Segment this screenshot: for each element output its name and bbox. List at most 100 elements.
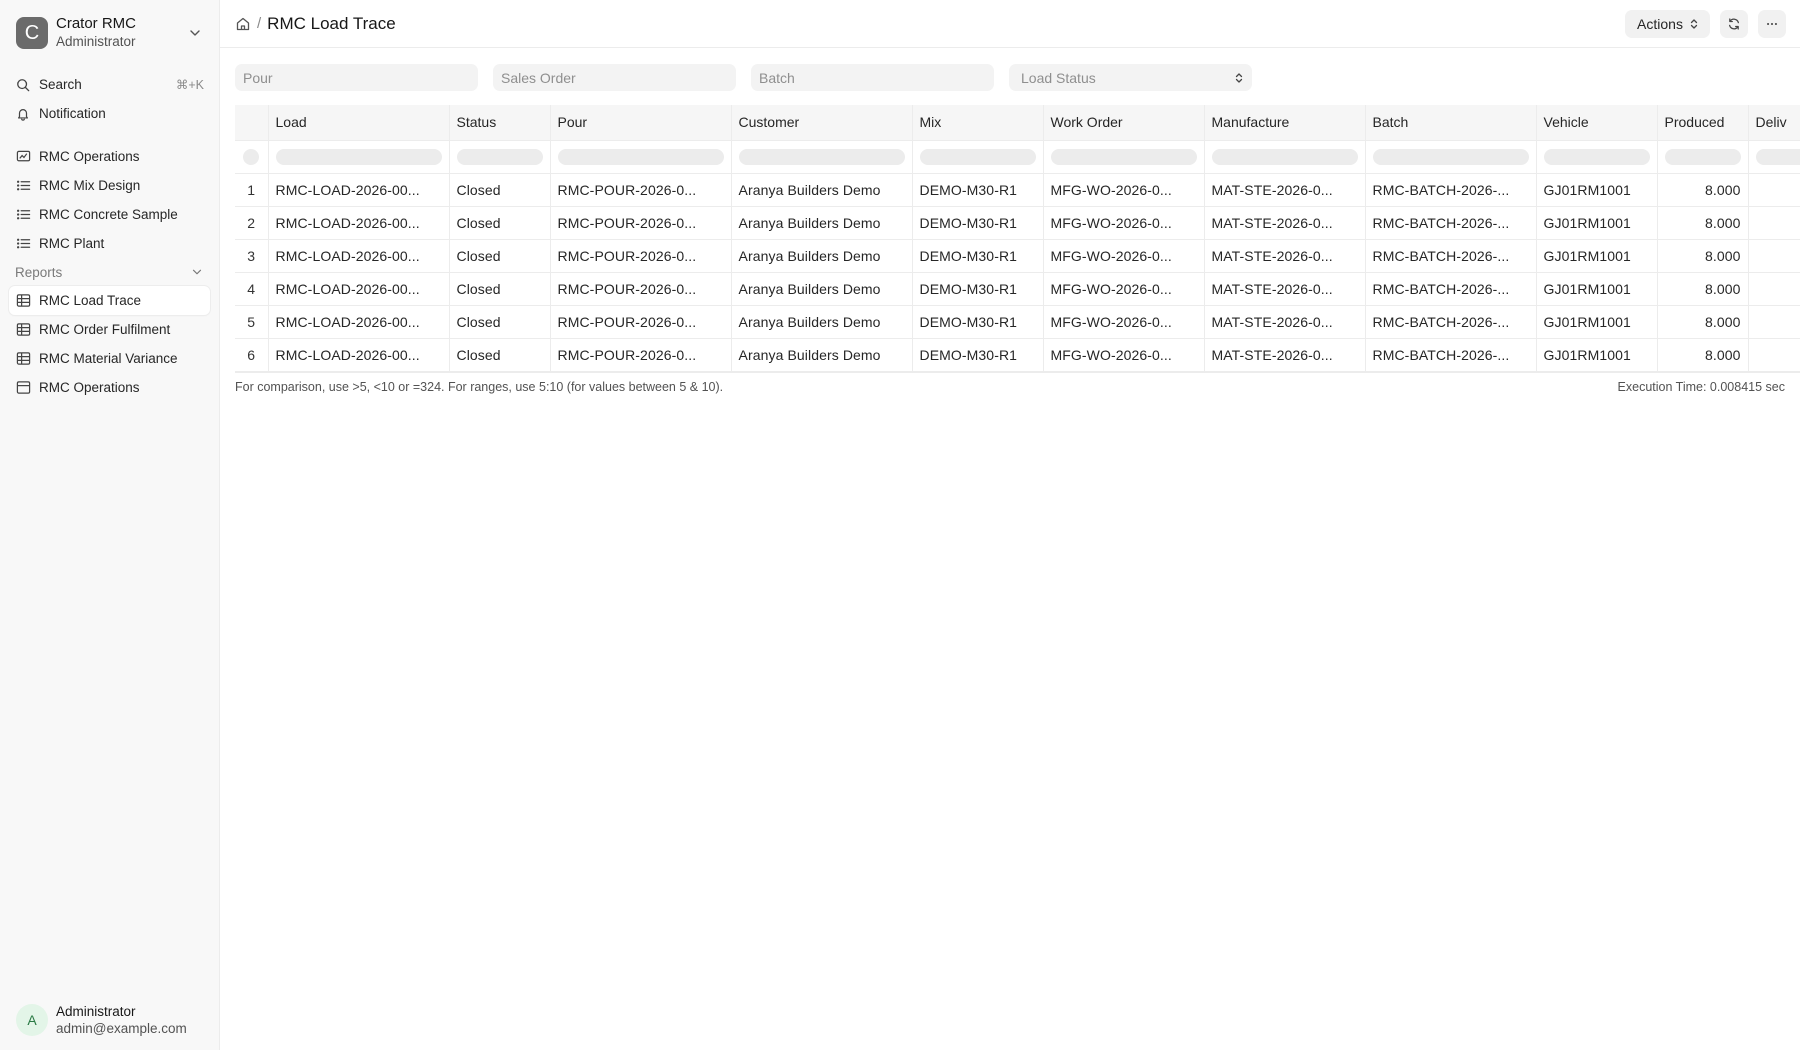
reports-section-toggle[interactable]: Reports <box>9 258 210 286</box>
refresh-button[interactable] <box>1720 9 1748 38</box>
cell-work-order[interactable]: MFG-WO-2026-0... <box>1043 173 1205 207</box>
cell-load[interactable]: RMC-LOAD-2026-00... <box>268 173 450 207</box>
cell-produced[interactable]: 8.000 <box>1657 173 1749 207</box>
column-filter-vehicle[interactable] <box>1543 148 1650 165</box>
cell-pour[interactable]: RMC-POUR-2026-0... <box>550 239 732 273</box>
cell-manufacture[interactable]: MAT-STE-2026-0... <box>1204 206 1366 240</box>
cell-manufacture[interactable]: MAT-STE-2026-0... <box>1204 173 1366 207</box>
column-filter-mix[interactable] <box>919 148 1036 165</box>
cell-vehicle[interactable]: GJ01RM1001 <box>1536 206 1658 240</box>
cell-manufacture[interactable]: MAT-STE-2026-0... <box>1204 305 1366 339</box>
sidebar-item-rmc-load-trace[interactable]: RMC Load Trace <box>9 286 210 315</box>
table-row[interactable]: 6 RMC-LOAD-2026-00... Closed RMC-POUR-2026-… <box>235 338 1800 372</box>
column-filter-status[interactable] <box>456 148 543 165</box>
sidebar-item-rmc-material-variance[interactable]: RMC Material Variance <box>9 344 210 373</box>
cell-pour[interactable]: RMC-POUR-2026-0... <box>550 338 732 372</box>
cell-batch[interactable]: RMC-BATCH-2026-... <box>1365 272 1537 306</box>
table-row[interactable]: 5 RMC-LOAD-2026-00... Closed RMC-POUR-2026-… <box>235 305 1800 339</box>
cell-customer[interactable]: Aranya Builders Demo <box>731 173 913 207</box>
cell-status[interactable]: Closed <box>449 338 551 372</box>
sidebar-item-rmc-operations-report[interactable]: RMC Operations <box>9 373 210 402</box>
sidebar-item-rmc-plant[interactable]: RMC Plant <box>9 229 210 258</box>
cell-delivered[interactable] <box>1748 305 1800 339</box>
column-header-delivered[interactable]: Deliv <box>1748 105 1800 141</box>
home-icon[interactable] <box>235 16 251 32</box>
column-header-status[interactable]: Status <box>449 105 551 141</box>
cell-delivered[interactable] <box>1748 173 1800 207</box>
more-options-button[interactable] <box>1758 9 1786 38</box>
cell-produced[interactable]: 8.000 <box>1657 338 1749 372</box>
column-filter-delivered[interactable] <box>1755 148 1800 165</box>
cell-status[interactable]: Closed <box>449 206 551 240</box>
sidebar-item-rmc-mix-design[interactable]: RMC Mix Design <box>9 171 210 200</box>
column-header-produced[interactable]: Produced <box>1657 105 1749 141</box>
cell-mix[interactable]: DEMO-M30-R1 <box>912 272 1044 306</box>
column-filter-load[interactable] <box>275 148 442 165</box>
cell-manufacture[interactable]: MAT-STE-2026-0... <box>1204 272 1366 306</box>
report-table-container[interactable]: Load Status Pour Customer Mix Work Order… <box>235 105 1800 373</box>
column-header-manufacture[interactable]: Manufacture <box>1204 105 1366 141</box>
table-row[interactable]: 3 RMC-LOAD-2026-00... Closed RMC-POUR-2026-… <box>235 239 1800 273</box>
cell-work-order[interactable]: MFG-WO-2026-0... <box>1043 272 1205 306</box>
column-header-load[interactable]: Load <box>268 105 450 141</box>
column-filter-pour[interactable] <box>557 148 724 165</box>
cell-pour[interactable]: RMC-POUR-2026-0... <box>550 173 732 207</box>
cell-mix[interactable]: DEMO-M30-R1 <box>912 239 1044 273</box>
table-row[interactable]: 4 RMC-LOAD-2026-00... Closed RMC-POUR-2026-… <box>235 272 1800 306</box>
cell-load[interactable]: RMC-LOAD-2026-00... <box>268 206 450 240</box>
cell-customer[interactable]: Aranya Builders Demo <box>731 206 913 240</box>
cell-delivered[interactable] <box>1748 239 1800 273</box>
column-filter-batch[interactable] <box>1372 148 1529 165</box>
column-filter-manufacture[interactable] <box>1211 148 1358 165</box>
cell-manufacture[interactable]: MAT-STE-2026-0... <box>1204 338 1366 372</box>
cell-mix[interactable]: DEMO-M30-R1 <box>912 173 1044 207</box>
cell-status[interactable]: Closed <box>449 272 551 306</box>
cell-customer[interactable]: Aranya Builders Demo <box>731 272 913 306</box>
load-status-select[interactable]: Load Status <box>1009 64 1252 91</box>
column-filter-work-order[interactable] <box>1050 148 1197 165</box>
cell-load[interactable]: RMC-LOAD-2026-00... <box>268 338 450 372</box>
cell-mix[interactable]: DEMO-M30-R1 <box>912 338 1044 372</box>
cell-work-order[interactable]: MFG-WO-2026-0... <box>1043 305 1205 339</box>
cell-vehicle[interactable]: GJ01RM1001 <box>1536 338 1658 372</box>
cell-status[interactable]: Closed <box>449 173 551 207</box>
cell-pour[interactable]: RMC-POUR-2026-0... <box>550 206 732 240</box>
column-header-batch[interactable]: Batch <box>1365 105 1537 141</box>
column-header-customer[interactable]: Customer <box>731 105 913 141</box>
cell-vehicle[interactable]: GJ01RM1001 <box>1536 272 1658 306</box>
sales-order-filter-input[interactable] <box>493 64 736 91</box>
cell-work-order[interactable]: MFG-WO-2026-0... <box>1043 239 1205 273</box>
cell-work-order[interactable]: MFG-WO-2026-0... <box>1043 338 1205 372</box>
cell-pour[interactable]: RMC-POUR-2026-0... <box>550 272 732 306</box>
actions-button[interactable]: Actions <box>1625 9 1710 38</box>
column-header-pour[interactable]: Pour <box>550 105 732 141</box>
sidebar-item-rmc-operations[interactable]: RMC Operations <box>9 142 210 171</box>
row-filter-checkbox[interactable] <box>243 148 260 165</box>
cell-load[interactable]: RMC-LOAD-2026-00... <box>268 272 450 306</box>
cell-vehicle[interactable]: GJ01RM1001 <box>1536 239 1658 273</box>
table-row[interactable]: 2 RMC-LOAD-2026-00... Closed RMC-POUR-2026-… <box>235 206 1800 240</box>
cell-customer[interactable]: Aranya Builders Demo <box>731 338 913 372</box>
cell-delivered[interactable] <box>1748 206 1800 240</box>
search-button[interactable]: Search ⌘+K <box>9 70 210 99</box>
cell-produced[interactable]: 8.000 <box>1657 239 1749 273</box>
cell-produced[interactable]: 8.000 <box>1657 206 1749 240</box>
org-switcher[interactable]: C Crator RMC Administrator <box>0 0 219 64</box>
cell-customer[interactable]: Aranya Builders Demo <box>731 305 913 339</box>
column-header-work-order[interactable]: Work Order <box>1043 105 1205 141</box>
cell-manufacture[interactable]: MAT-STE-2026-0... <box>1204 239 1366 273</box>
column-filter-produced[interactable] <box>1664 148 1741 165</box>
cell-vehicle[interactable]: GJ01RM1001 <box>1536 173 1658 207</box>
cell-batch[interactable]: RMC-BATCH-2026-... <box>1365 206 1537 240</box>
batch-filter-input[interactable] <box>751 64 994 91</box>
cell-batch[interactable]: RMC-BATCH-2026-... <box>1365 338 1537 372</box>
cell-load[interactable]: RMC-LOAD-2026-00... <box>268 239 450 273</box>
pour-filter-input[interactable] <box>235 64 478 91</box>
column-header-mix[interactable]: Mix <box>912 105 1044 141</box>
cell-mix[interactable]: DEMO-M30-R1 <box>912 206 1044 240</box>
cell-batch[interactable]: RMC-BATCH-2026-... <box>1365 173 1537 207</box>
cell-delivered[interactable] <box>1748 338 1800 372</box>
table-row[interactable]: 1 RMC-LOAD-2026-00... Closed RMC-POUR-2026-… <box>235 173 1800 207</box>
cell-batch[interactable]: RMC-BATCH-2026-... <box>1365 239 1537 273</box>
sidebar-item-rmc-concrete-sample[interactable]: RMC Concrete Sample <box>9 200 210 229</box>
